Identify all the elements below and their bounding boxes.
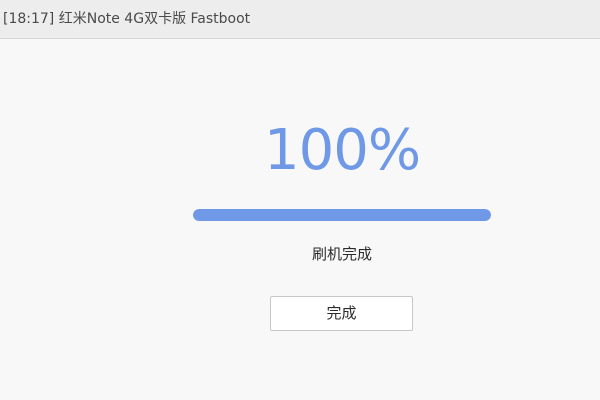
done-button[interactable]: 完成 (270, 296, 413, 331)
flash-tool-window: [18:17] 红米Note 4G双卡版 Fastboot 100% 刷机完成 … (0, 0, 600, 400)
title-bar[interactable]: [18:17] 红米Note 4G双卡版 Fastboot (0, 0, 600, 39)
flash-progress-panel: 100% 刷机完成 完成 (0, 39, 600, 400)
progress-percentage: 100% (263, 118, 421, 183)
window-title: [18:17] 红米Note 4G双卡版 Fastboot (3, 11, 251, 27)
status-message: 刷机完成 (311, 245, 372, 263)
progress-bar (193, 209, 491, 221)
progress-bar-fill (193, 209, 491, 221)
